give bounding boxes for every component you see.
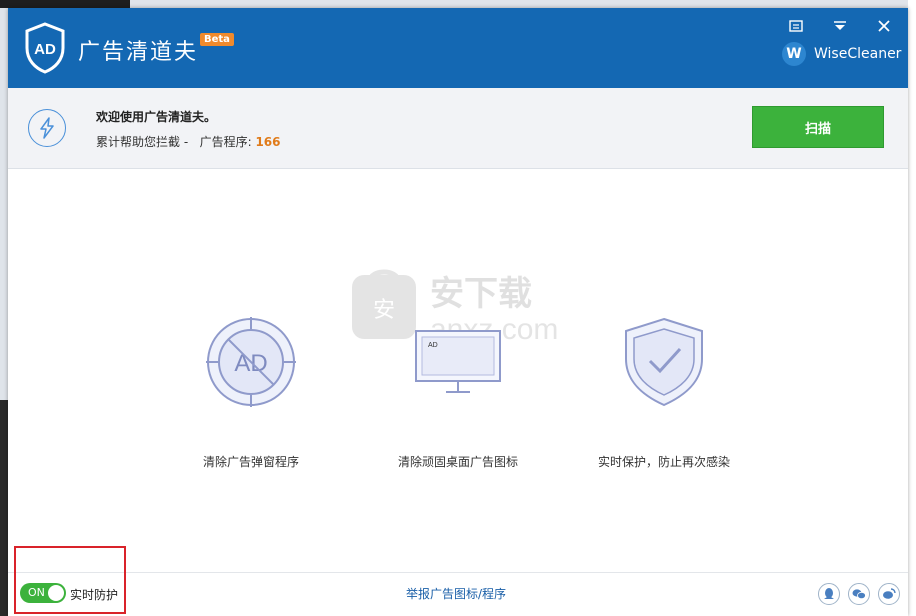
- feature-remove-desktop-ads: AD 清除顽固桌面广告图标: [358, 309, 558, 470]
- qq-icon[interactable]: [818, 583, 840, 605]
- feature-label: 实时保护，防止再次感染: [597, 455, 730, 469]
- close-icon[interactable]: [870, 14, 898, 38]
- feature-remove-popup-ads: AD 清除广告弹窗程序: [151, 309, 351, 470]
- app-title: 广告清道夫: [78, 40, 199, 65]
- brand-name: WiseCleaner: [814, 46, 902, 62]
- background-desktop-right: [908, 0, 916, 616]
- welcome-text: 欢迎使用广告清道夫。: [96, 110, 217, 124]
- title-bar[interactable]: AD 广告清道夫 Beta W WiseCleaner: [8, 8, 908, 88]
- feature-label: 清除广告弹窗程序: [202, 455, 299, 469]
- app-window: AD 广告清道夫 Beta W WiseCleaner 欢迎使用广告清道夫。 累…: [8, 8, 908, 616]
- feature-label: 清除顽固桌面广告图标: [397, 455, 518, 469]
- svg-text:安下载: 安下载: [430, 274, 532, 314]
- shield-check-icon: [625, 317, 703, 407]
- highlight-annotation-box: [14, 546, 126, 614]
- background-desktop: [0, 0, 130, 8]
- lightning-icon: [28, 109, 66, 147]
- blocked-stats-label: 累计帮助您拦截 - 广告程序:: [96, 135, 256, 149]
- report-ads-link[interactable]: 举报广告图标/程序: [406, 585, 506, 602]
- blocked-stats: 累计帮助您拦截 - 广告程序: 166: [96, 133, 281, 150]
- menu-dropdown-icon[interactable]: [826, 14, 854, 38]
- feedback-icon[interactable]: [782, 14, 810, 38]
- wisecleaner-brand[interactable]: W WiseCleaner: [782, 41, 901, 67]
- feature-realtime-protection: 实时保护，防止再次感染: [564, 309, 764, 470]
- blocked-count: 166: [255, 135, 281, 149]
- svg-text:AD: AD: [428, 342, 438, 349]
- wechat-icon[interactable]: [848, 583, 870, 605]
- svg-text:AD: AD: [34, 41, 56, 58]
- ad-block-icon: AD: [206, 317, 296, 407]
- wisecleaner-logo-icon: W: [782, 42, 806, 66]
- footer-bar: ON 实时防护 举报广告图标/程序: [8, 572, 908, 616]
- weibo-icon[interactable]: [878, 583, 900, 605]
- scan-button[interactable]: 扫描: [752, 106, 884, 148]
- ad-shield-logo-icon: AD: [25, 22, 65, 74]
- main-panel: 安 安下载 anxz.com AD 清除广告弹窗程序 AD 清除顽固桌面广告图标…: [8, 169, 908, 572]
- desktop-monitor-icon: AD: [415, 330, 501, 393]
- beta-badge: Beta: [200, 33, 234, 46]
- status-header: 欢迎使用广告清道夫。 累计帮助您拦截 - 广告程序: 166 扫描: [8, 88, 908, 169]
